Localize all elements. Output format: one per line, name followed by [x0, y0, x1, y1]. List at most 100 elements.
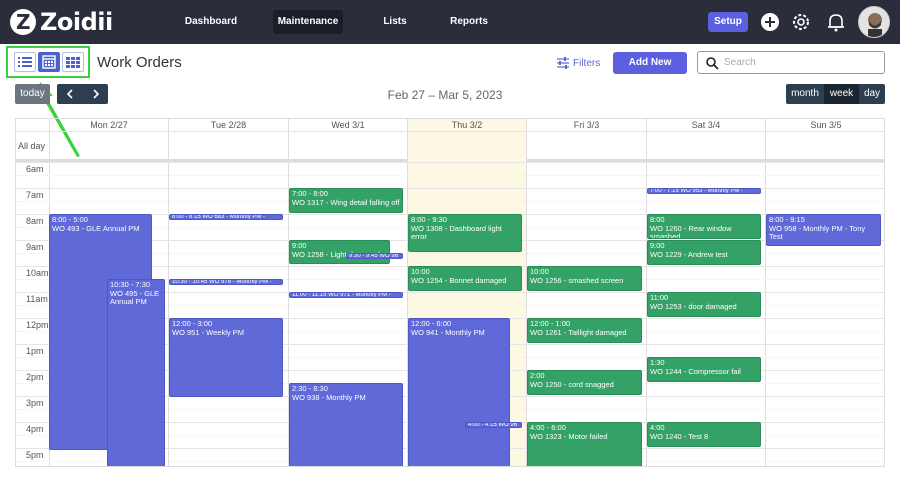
logo-text: Zoidii [40, 8, 113, 36]
event-title: WO 1240 - Test 8 [650, 431, 709, 441]
bell-icon[interactable] [824, 10, 848, 34]
event-time: 11:00 - 11:15 [292, 292, 327, 298]
event-title: WO 971 - Monthly PM - [328, 292, 391, 298]
event-wo-938[interactable]: 2:30 - 8:30 WO 938 - Monthly PM [289, 383, 403, 466]
event-wo-951[interactable]: 12:00 - 3:00 WO 951 - Weekly PM [169, 318, 283, 397]
event-wo-96[interactable]: 9:30 - 9:45 WO 96 [346, 253, 403, 259]
day-header: Sun 3/5 [810, 120, 842, 130]
event-title: WO 951 - Weekly PM [172, 327, 244, 337]
time-label: 8am [26, 216, 44, 226]
event-title: WO 1256 - smashed screen [530, 275, 624, 285]
event-wo-1250[interactable]: 2:00 WO 1250 - cord snagged [527, 370, 642, 395]
nav-lists[interactable]: Lists [375, 10, 415, 34]
event-wo-958[interactable]: 8:00 - 9:15 WO 958 - Monthly PM - Tony Te… [766, 214, 881, 246]
event-title: WO 958 - Monthly PM - Tony Test [769, 223, 866, 241]
day-header: Thu 3/2 [451, 120, 483, 130]
time-label: 10am [26, 268, 49, 278]
event-title: WO 96 [498, 422, 518, 428]
time-label: 7am [26, 190, 44, 200]
main-content: Work Orders Filters Add New Search today… [0, 44, 900, 498]
event-wo-1260[interactable]: 8:00 WO 1260 - Rear window smashed [647, 214, 761, 239]
half-row [16, 175, 884, 176]
event-title: WO 953 - Monthly PM - [680, 188, 744, 194]
chevron-right-icon [92, 89, 99, 99]
avatar[interactable] [858, 6, 890, 38]
event-title: WO 1253 - door damaged [650, 301, 737, 311]
time-label: 12pm [26, 320, 49, 330]
time-label: 4pm [26, 424, 44, 434]
event-time: 10:30 - 10:45 [172, 279, 208, 285]
event-wo-1240[interactable]: 4:00 WO 1240 - Test 8 [647, 422, 761, 447]
event-title: WO 1244 - Compressor fail [650, 366, 741, 376]
event-wo-971[interactable]: 11:00 - 11:15 WO 971 - Monthly PM - [289, 292, 403, 298]
view-day-button[interactable]: day [859, 84, 885, 104]
event-wo-978[interactable]: 10:30 - 10:45 WO 978 - Monthly PM - [169, 279, 283, 285]
event-wo-1229[interactable]: 9:00 WO 1229 - Andrew test [647, 240, 761, 265]
event-title: WO 96 [379, 253, 399, 259]
event-wo-495[interactable]: 10:30 - 7:30 WO 495 - GLE Annual PM [107, 279, 165, 466]
event-title: WO 1260 - Rear window smashed [650, 223, 732, 239]
nav-reports[interactable]: Reports [444, 10, 494, 34]
time-label: 5pm [26, 450, 44, 460]
event-wo-683[interactable]: 8:00 - 8:15 WO 683 - Monthly PM - [169, 214, 283, 220]
event-time: 7:00 - 7:15 [650, 188, 679, 194]
view-week-button[interactable]: week [824, 84, 859, 104]
filter-sliders-icon [557, 57, 569, 69]
time-label: 1pm [26, 346, 44, 356]
event-wo-1308[interactable]: 8:00 - 9:30 WO 1308 - Dashboard light err… [408, 214, 522, 252]
event-title: WO 1229 - Andrew test [650, 249, 728, 259]
event-wo-1253[interactable]: 11:00 WO 1253 - door damaged [647, 292, 761, 317]
event-title: WO 978 - Monthly PM - [209, 279, 272, 285]
time-label: 11am [26, 294, 48, 304]
event-wo-1254[interactable]: 10:00 WO 1254 - Bonnet damaged [408, 266, 522, 291]
prev-button[interactable] [57, 84, 83, 104]
event-wo-953[interactable]: 7:00 - 7:15 WO 953 - Monthly PM - [647, 188, 761, 194]
event-wo-1244[interactable]: 1:30 WO 1244 - Compressor fail [647, 357, 761, 382]
event-title: WO 1250 - cord snagged [530, 379, 614, 389]
search-icon [706, 57, 719, 70]
allday-label: All day [18, 141, 46, 151]
event-title: WO 1317 - Wing detail falling off [292, 197, 400, 207]
time-label: 6am [26, 164, 44, 174]
day-header: Mon 2/27 [90, 120, 128, 130]
event-wo-96b[interactable]: 4:00 - 4:15 WO 96 [465, 422, 522, 428]
day-header: Tue 2/28 [210, 120, 247, 130]
time-label: 9am [26, 242, 44, 252]
event-title: WO 938 - Monthly PM [292, 392, 366, 402]
page-title: Work Orders [97, 54, 182, 71]
day-column: Fri 3/3 [526, 119, 646, 466]
nav-maintenance[interactable]: Maintenance [273, 10, 343, 34]
event-title: WO 941 - Monthly PM [411, 327, 485, 337]
event-wo-1261[interactable]: 12:00 - 1:00 WO 1261 - Taillight damaged [527, 318, 642, 343]
setup-button[interactable]: Setup [708, 12, 748, 32]
time-label: 3pm [26, 398, 44, 408]
event-time: 4:00 - 4:15 [468, 422, 497, 428]
nav-dashboard[interactable]: Dashboard [180, 10, 242, 34]
next-button[interactable] [83, 84, 108, 104]
event-wo-941[interactable]: 12:00 - 6:00 WO 941 - Monthly PM [408, 318, 510, 466]
event-wo-1323[interactable]: 4:00 - 6:00 WO 1323 - Motor failed [527, 422, 642, 466]
event-title: WO 1261 - Taillight damaged [530, 327, 627, 337]
today-button[interactable]: today [15, 84, 50, 104]
search-input[interactable]: Search [697, 51, 885, 74]
event-wo-1258[interactable]: 9:00 WO 1258 - Light damaged [289, 240, 390, 264]
day-header: Wed 3/1 [331, 120, 365, 130]
view-month-button[interactable]: month [786, 84, 824, 104]
event-wo-1256[interactable]: 10:00 WO 1256 - smashed screen [527, 266, 642, 291]
app-logo[interactable]: Zoidii [10, 8, 113, 36]
event-time: 9:30 - 9:45 [349, 253, 378, 259]
filters-button[interactable]: Filters [556, 57, 600, 69]
day-column: Sun 3/5 [765, 119, 884, 466]
event-wo-1317[interactable]: 7:00 - 8:00 WO 1317 - Wing detail falling… [289, 188, 403, 213]
event-title: WO 495 - GLE Annual PM [110, 288, 160, 306]
add-icon[interactable] [758, 10, 782, 34]
add-new-button[interactable]: Add New [613, 52, 687, 74]
event-title: WO 1308 - Dashboard light error [411, 223, 502, 241]
gear-icon[interactable] [789, 10, 813, 34]
top-nav: Zoidii Dashboard Maintenance Lists Repor… [0, 0, 900, 44]
half-row [16, 201, 884, 202]
day-column: Tue 2/28 [168, 119, 288, 466]
event-time: 8:00 - 8:15 [172, 214, 201, 220]
time-label: 2pm [26, 372, 44, 382]
search-placeholder: Search [724, 57, 756, 68]
